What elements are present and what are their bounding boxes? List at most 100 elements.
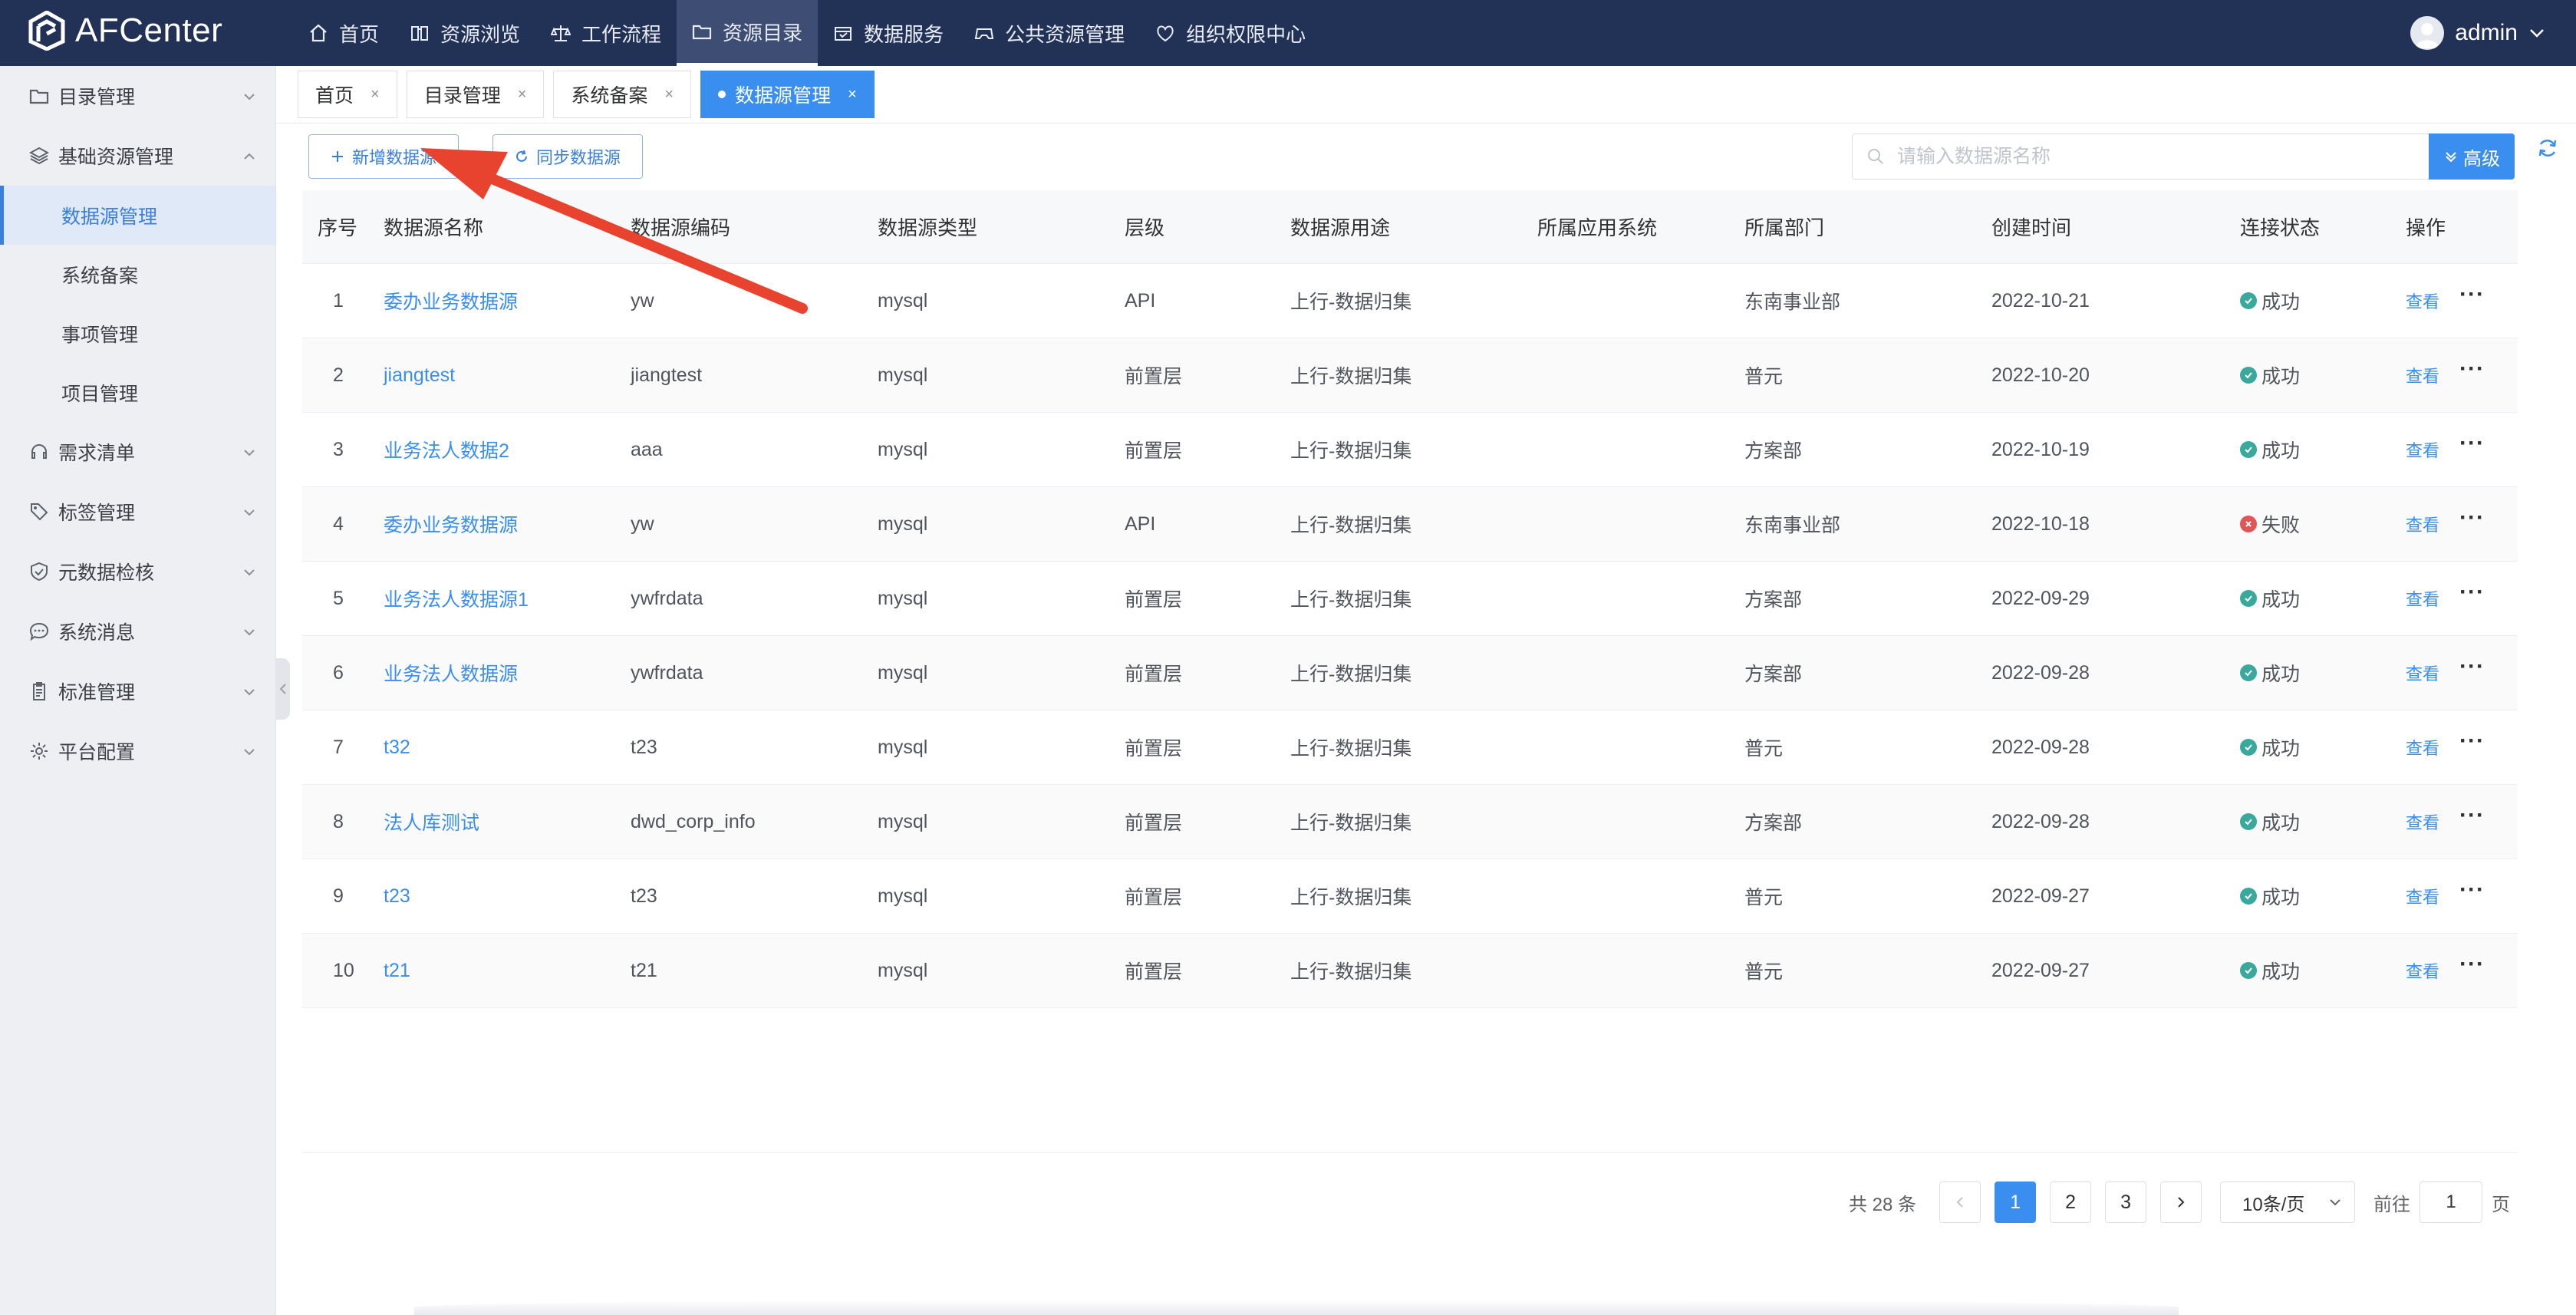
more-actions-icon[interactable]: ··· [2459,282,2485,308]
add-datasource-button[interactable]: 新增数据源 [308,134,459,179]
column-header: 所属部门 [1744,216,1825,239]
prev-page-button[interactable] [1939,1182,1981,1223]
datasource-table: 序号 数据源名称 数据源编码 数据源类型 层级 数据源用途 所属应用系统 所属部门 创建时间 连接… [302,190,2518,1008]
datasource-name-link[interactable]: t21 [384,960,410,981]
sidebar-item-1-0[interactable]: 数据源管理 [0,186,275,245]
sidebar-group-3[interactable]: 标签管理 [0,482,275,542]
tab-label: 数据源管理 [735,85,832,107]
view-link[interactable]: 查看 [2406,735,2439,760]
page-size-select[interactable]: 10条/页 [2220,1182,2356,1223]
cell-level: 前置层 [1125,440,1183,462]
nav-item-6[interactable]: 组织权限中心 [1140,0,1321,66]
more-actions-icon[interactable]: ··· [2459,654,2485,680]
app-logo[interactable]: AFCenter [28,11,222,51]
shield-check-icon [31,562,48,582]
more-actions-icon[interactable]: ··· [2459,430,2485,456]
sidebar-item-1-3[interactable]: 项目管理 [0,363,275,422]
cell-code: dwd_corp_info [631,810,756,832]
datasource-name-link[interactable]: 业务法人数据源1 [384,589,529,611]
more-actions-icon[interactable]: ··· [2459,579,2485,605]
cell-created: 2022-10-21 [1991,289,2090,311]
tab-1[interactable]: 目录管理 × [406,71,545,118]
view-link[interactable]: 查看 [2406,809,2439,834]
sidebar-group-5[interactable]: 系统消息 [0,601,275,661]
sidebar-group-7[interactable]: 平台配置 [0,721,275,781]
sidebar-item-1-2[interactable]: 事项管理 [0,304,275,363]
advanced-search-button[interactable]: 高级 [2429,133,2515,180]
next-page-button[interactable] [2160,1182,2202,1223]
more-actions-icon[interactable]: ··· [2459,505,2485,531]
user-menu[interactable]: admin [2410,0,2545,66]
view-link[interactable]: 查看 [2406,437,2439,462]
cell-code: ywfrdata [631,661,703,684]
view-link[interactable]: 查看 [2406,512,2439,536]
cell-type: mysql [878,736,928,758]
sync-datasource-button[interactable]: 同步数据源 [492,134,643,179]
sidebar-group-label: 目录管理 [58,87,136,108]
more-actions-icon[interactable]: ··· [2459,877,2485,903]
refresh-table-icon[interactable] [2536,137,2559,160]
sidebar-group-2[interactable]: 需求清单 [0,422,275,482]
tab-3[interactable]: 数据源管理 × [700,71,875,118]
datasource-name-link[interactable]: t32 [384,737,410,758]
more-actions-icon[interactable]: ··· [2459,728,2485,754]
view-link[interactable]: 查看 [2406,958,2439,983]
datasource-name-link[interactable]: jiangtest [384,364,455,386]
page-tabs: 首页 × 目录管理 × 系统备案 × 数据源管理 × [298,71,875,118]
view-link[interactable]: 查看 [2406,586,2439,611]
datasource-name-link[interactable]: t23 [384,885,410,907]
cell-type: mysql [878,364,928,386]
error-icon [2240,516,2257,532]
cell-type: mysql [878,661,928,684]
nav-item-1[interactable]: 资源浏览 [394,0,535,66]
table-row: 6 业务法人数据源 ywfrdata mysql 前置层 上行-数据归集 方案部 2022-0… [302,636,2518,710]
view-link[interactable]: 查看 [2406,288,2439,313]
sidebar-group-1[interactable]: 基础资源管理 [0,126,275,186]
nav-item-3[interactable]: 资源目录 [677,0,819,66]
sidebar-collapse-handle[interactable] [276,658,290,720]
table-row: 10 t21 t21 mysql 前置层 上行-数据归集 普元 2022-09-27 成功 查看 ·… [302,934,2518,1008]
datasource-name-link[interactable]: 业务法人数据2 [384,440,509,462]
more-actions-icon[interactable]: ··· [2459,951,2485,977]
cell-no: 9 [333,885,344,907]
tab-0[interactable]: 首页 × [298,71,397,118]
status-badge: 成功 [2240,436,2406,463]
page-button-2[interactable]: 2 [2050,1182,2092,1223]
more-actions-icon[interactable]: ··· [2459,356,2485,382]
clipboard-icon [33,682,45,700]
close-icon[interactable]: × [518,86,527,104]
close-icon[interactable]: × [664,86,674,104]
table-row: 7 t32 t23 mysql 前置层 上行-数据归集 普元 2022-09-28 成功 查看 ··… [302,710,2518,785]
view-link[interactable]: 查看 [2406,884,2439,908]
nav-item-0[interactable]: 首页 [293,0,394,66]
view-link[interactable]: 查看 [2406,363,2439,387]
column-header: 连接状态 [2240,216,2321,239]
datasource-name-link[interactable]: 委办业务数据源 [384,292,518,313]
close-icon[interactable]: × [371,86,380,104]
goto-page-input[interactable]: 1 [2420,1182,2483,1223]
more-actions-icon[interactable]: ··· [2459,803,2485,829]
sidebar-item-1-1[interactable]: 系统备案 [0,245,275,304]
nav-item-label: 数据服务 [864,22,944,46]
tab-2[interactable]: 系统备案 × [553,71,692,118]
sidebar-group-6[interactable]: 标准管理 [0,661,275,721]
datasource-name-link[interactable]: 业务法人数据源 [384,664,518,685]
nav-item-4[interactable]: 数据服务 [818,0,959,66]
page-button-1[interactable]: 1 [1995,1182,2037,1223]
sidebar-group-0[interactable]: 目录管理 [0,66,275,126]
cell-usage: 上行-数据归集 [1290,292,1412,313]
sidebar-group-label: 标签管理 [58,503,136,524]
view-link[interactable]: 查看 [2406,661,2439,685]
cell-code: t21 [631,959,657,981]
cell-level: 前置层 [1125,812,1183,834]
datasource-name-link[interactable]: 法人库测试 [384,812,479,834]
search-input[interactable] [1896,144,2387,169]
datasource-name-link[interactable]: 委办业务数据源 [384,515,518,536]
chevron-up-icon [244,153,255,160]
page-button-3[interactable]: 3 [2105,1182,2147,1223]
nav-item-5[interactable]: 公共资源管理 [959,0,1140,66]
close-icon[interactable]: × [848,86,857,104]
nav-item-2[interactable]: 工作流程 [535,0,677,66]
sidebar-group-4[interactable]: 元数据检核 [0,542,275,601]
chat-icon [29,622,49,641]
